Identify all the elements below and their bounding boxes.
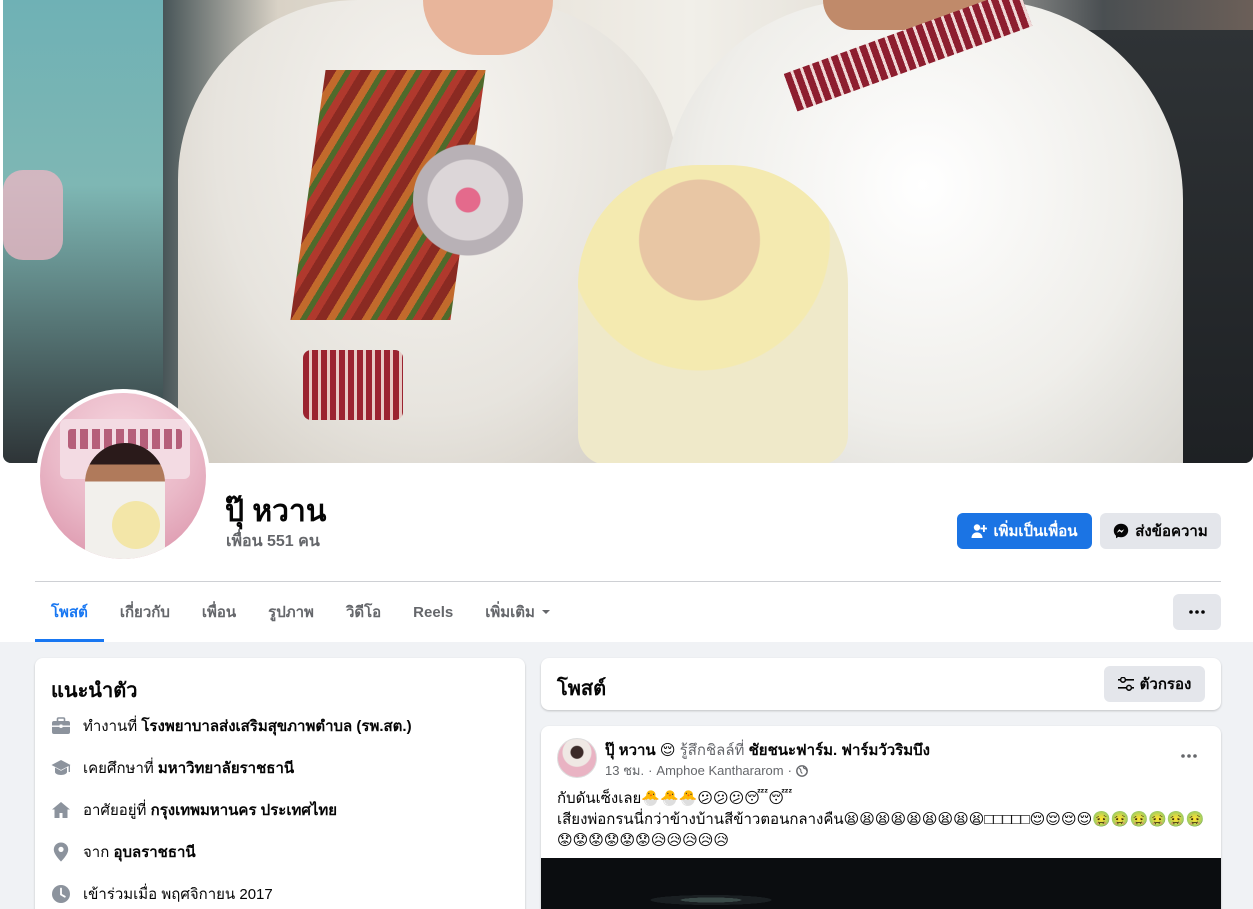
more-options-button[interactable] <box>1173 594 1221 630</box>
tab-label: เพิ่มเติม <box>485 604 535 621</box>
messenger-icon <box>1114 523 1129 539</box>
post-time[interactable]: 13 ชม. <box>605 760 644 781</box>
intro-education: เคยศึกษาที่ มหาวิทยาลัยราชธานี <box>51 756 294 780</box>
intro-value[interactable]: อุบลราชธานี <box>113 844 195 861</box>
meta-separator: · <box>787 763 792 778</box>
tab-posts[interactable]: โพสต์ <box>35 582 104 642</box>
intro-value[interactable]: กรุงเทพมหานคร ประเทศไทย <box>151 802 337 819</box>
post-location[interactable]: Amphoe Kanthararom <box>656 763 783 778</box>
feeling-text: รู้สึกชิลล์ที่ <box>679 742 745 759</box>
post-author-avatar[interactable] <box>557 738 597 778</box>
posts-header-card: โพสต์ ตัวกรอง <box>541 658 1221 710</box>
add-friend-button[interactable]: เพิ่มเป็นเพื่อน <box>957 513 1092 549</box>
add-friend-label: เพิ่มเป็นเพื่อน <box>993 523 1078 540</box>
intro-joined: เข้าร่วมเมื่อ พฤศจิกายน 2017 <box>51 882 273 906</box>
cover-decoration <box>3 170 63 260</box>
add-person-icon <box>971 524 988 538</box>
intro-prefix: จาก <box>83 844 114 861</box>
post-meta: 13 ชม. · Amphoe Kanthararom · <box>605 760 808 781</box>
profile-tabs: โพสต์ เกี่ยวกับ เพื่อน รูปภาพ วิดีโอ Ree… <box>35 582 567 642</box>
tab-label: Reels <box>413 603 454 621</box>
send-message-label: ส่งข้อความ <box>1135 523 1208 540</box>
tab-videos[interactable]: วิดีโอ <box>330 582 397 642</box>
intro-prefix: ทำงานที่ <box>83 718 142 735</box>
tab-more[interactable]: เพิ่มเติม <box>469 582 567 642</box>
profile-name: ปุ๊ หวาน <box>225 495 327 528</box>
cover-trim <box>303 350 403 420</box>
globe-icon <box>796 764 808 777</box>
post-options-button[interactable] <box>1171 742 1207 770</box>
post-card: ปุ๊ หวาน 😌 รู้สึกชิลล์ที่ ชัยชนะฟาร์ม. ฟ… <box>541 726 1221 909</box>
intro-prefix: อาศัยอยู่ที่ <box>83 802 151 819</box>
tab-label: เพื่อน <box>201 604 237 621</box>
tab-about[interactable]: เกี่ยวกับ <box>104 582 186 642</box>
intro-hometown-text: จาก อุบลราชธานี <box>83 840 196 864</box>
posts-title: โพสต์ <box>557 678 607 700</box>
tab-label: วิดีโอ <box>345 604 382 621</box>
more-dots-icon <box>1181 754 1197 758</box>
intro-residence: อาศัยอยู่ที่ กรุงเทพมหานคร ประเทศไทย <box>51 798 337 822</box>
filter-label: ตัวกรอง <box>1139 676 1192 693</box>
cover-baby <box>578 165 848 463</box>
avatar-photo <box>40 393 206 559</box>
feeling-emoji: 😌 <box>659 742 676 759</box>
friends-count[interactable]: เพื่อน 551 คน <box>226 529 320 554</box>
intro-joined-text: เข้าร่วมเมื่อ พฤศจิกายน 2017 <box>83 886 273 903</box>
post-text: กับดันเซ็งเลย🐣🐣🐣😕😕😕😴😴 เสียงพ่อกรนนี่กว่า… <box>557 788 1207 851</box>
intro-card: แนะนำตัว ทำงานที่ โรงพยาบาลส่งเสริมสุขภา… <box>35 658 525 909</box>
location-pin-icon <box>51 842 71 862</box>
profile-avatar[interactable] <box>36 389 210 563</box>
post-text-line: 😟😟😟😟😟😟😥😥😥😥😥 <box>557 832 730 849</box>
intro-work: ทำงานที่ โรงพยาบาลส่งเสริมสุขภาพตำบล (รพ… <box>51 714 412 738</box>
post-text-line: เสียงพ่อกรนนี่กว่าข้างบ้านสีข้าวตอนกลางค… <box>557 811 1205 828</box>
caret-down-icon <box>541 610 550 614</box>
tab-label: โพสต์ <box>51 604 88 621</box>
tab-label: รูปภาพ <box>268 604 314 621</box>
intro-hometown: จาก อุบลราชธานี <box>51 840 196 864</box>
intro-prefix: เคยศึกษาที่ <box>83 760 158 777</box>
profile-header: ปุ๊ หวาน เพื่อน 551 คน เพิ่มเป็นเพื่อน ส… <box>0 0 1253 642</box>
intro-value[interactable]: มหาวิทยาลัยราชธานี <box>158 760 294 777</box>
filter-sliders-icon <box>1117 677 1134 691</box>
avatar-baby <box>112 501 160 549</box>
more-dots-icon <box>1189 610 1205 614</box>
graduation-cap-icon <box>51 758 71 778</box>
intro-education-text: เคยศึกษาที่ มหาวิทยาลัยราชธานี <box>83 756 294 780</box>
post-place[interactable]: ชัยชนะฟาร์ม. ฟาร์มวัวริมบึง <box>749 742 930 759</box>
clock-icon <box>51 884 71 904</box>
post-text-line: กับดันเซ็งเลย🐣🐣🐣😕😕😕😴😴 <box>557 790 793 807</box>
briefcase-icon <box>51 716 71 736</box>
tab-reels[interactable]: Reels <box>397 582 469 642</box>
intro-work-text: ทำงานที่ โรงพยาบาลส่งเสริมสุขภาพตำบล (รพ… <box>83 714 412 738</box>
tab-label: เกี่ยวกับ <box>119 604 170 621</box>
filter-button[interactable]: ตัวกรอง <box>1104 666 1205 702</box>
post-image[interactable] <box>541 858 1221 909</box>
tab-photos[interactable]: รูปภาพ <box>252 582 330 642</box>
intro-title: แนะนำตัว <box>51 680 138 702</box>
intro-value[interactable]: โรงพยาบาลส่งเสริมสุขภาพตำบล (รพ.สต.) <box>141 718 411 735</box>
intro-residence-text: อาศัยอยู่ที่ กรุงเทพมหานคร ประเทศไทย <box>83 798 337 822</box>
cover-necklace <box>413 140 523 260</box>
cover-photo[interactable] <box>3 0 1253 463</box>
home-icon <box>51 800 71 820</box>
tab-friends[interactable]: เพื่อน <box>186 582 252 642</box>
post-author-line: ปุ๊ หวาน 😌 รู้สึกชิลล์ที่ ชัยชนะฟาร์ม. ฟ… <box>605 738 930 762</box>
send-message-button[interactable]: ส่งข้อความ <box>1100 513 1221 549</box>
meta-separator: · <box>648 763 653 778</box>
post-author-name[interactable]: ปุ๊ หวาน <box>605 742 656 759</box>
